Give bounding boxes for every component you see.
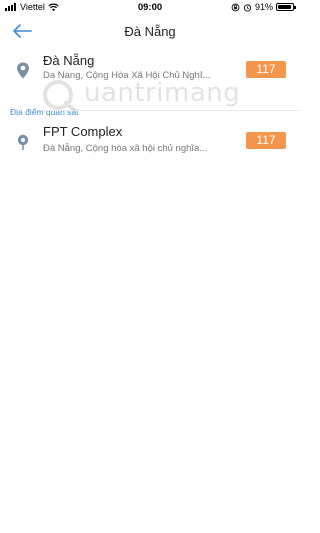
- page-title: Đà Nẵng: [124, 24, 176, 39]
- station-icon: [17, 134, 29, 150]
- battery-icon: [276, 3, 296, 11]
- map-pin-icon: [17, 62, 29, 79]
- battery-percent: 91%: [254, 2, 273, 12]
- aqi-badge: 117: [246, 61, 286, 78]
- list-item-address: Đà Nẵng, Cộng hòa xã hội chủ nghĩa...: [43, 143, 208, 154]
- list-item-name: Đà Nẵng: [43, 53, 95, 68]
- list-item-address: Da Nang, Cộng Hòa Xã Hội Chủ Nghĩ...: [43, 70, 211, 81]
- alarm-icon: [243, 3, 252, 12]
- status-right: 91%: [231, 2, 296, 12]
- status-bar: Viettel 09:00 91%: [0, 0, 300, 16]
- section-label: Địa điểm quan sát: [10, 107, 79, 117]
- battery-fill: [278, 5, 291, 9]
- orientation-lock-icon: [231, 3, 240, 11]
- list-item[interactable]: FPT Complex Đà Nẵng, Cộng hòa xã hội chủ…: [0, 122, 300, 162]
- nav-header: Đà Nẵng: [0, 16, 300, 46]
- aqi-badge: 117: [246, 132, 286, 149]
- list-item-name: FPT Complex: [43, 124, 123, 139]
- list-item[interactable]: Đà Nẵng Da Nang, Cộng Hòa Xã Hội Chủ Ngh…: [0, 51, 300, 117]
- divider: [43, 110, 300, 111]
